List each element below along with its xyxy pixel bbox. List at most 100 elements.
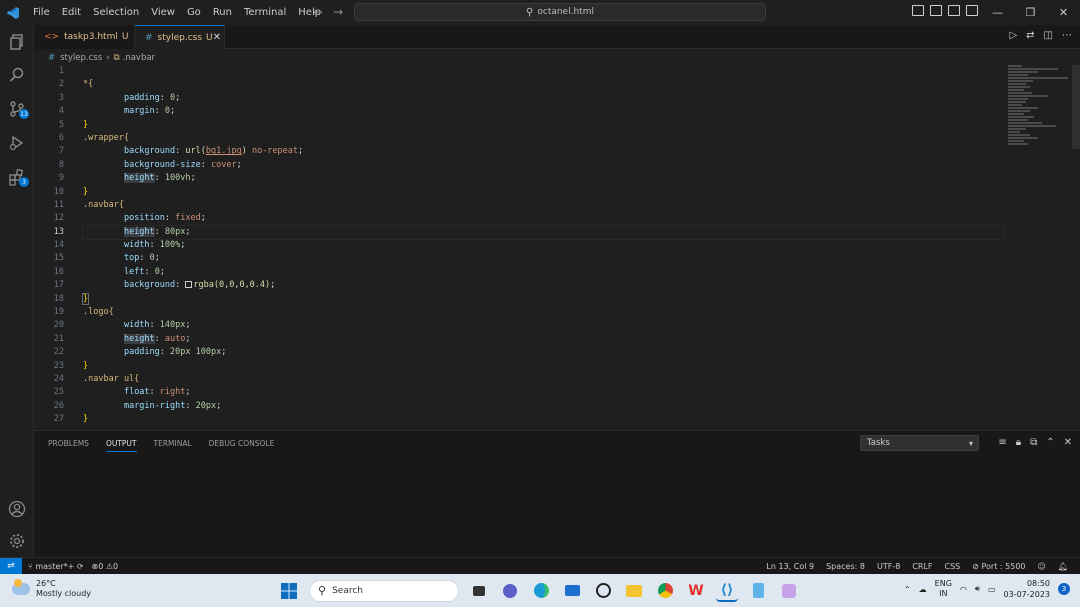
feedback-icon[interactable]: ☺ [1038,562,1046,571]
forward-arrow-icon[interactable]: → [333,5,343,19]
wifi-icon[interactable]: ◠ [960,585,967,594]
css-property: width [123,320,150,331]
menu-run[interactable]: Run [207,7,238,18]
windows-start-icon[interactable] [278,580,300,602]
menu-terminal[interactable]: Terminal [238,7,292,18]
problems-indicator[interactable]: ⊗0 ⚠0 [92,562,119,571]
command-center[interactable]: ⚲ octanel.html [354,3,766,21]
code-editor[interactable]: 1 2 3 4 5 6 7 8 9 10 11 12 13 14 15 16 1… [34,65,1080,430]
customize-layout-icon[interactable] [966,5,978,16]
vscode-taskbar-icon[interactable]: ⟨⟩ [716,580,738,602]
open-in-editor-icon[interactable]: ⧉ [1030,437,1037,448]
snipping-tool-icon[interactable] [778,580,800,602]
battery-icon[interactable]: ▭ [988,585,996,594]
settings-gear-icon[interactable] [0,527,34,555]
code-line: height: 100vh; [123,173,196,184]
clock[interactable]: 08:50 03-07-2023 [1004,578,1051,600]
menu-go[interactable]: Go [181,7,207,18]
volume-icon[interactable]: 🔊︎ [975,584,980,594]
code-line: margin-right: 20px; [123,400,222,411]
tab-taskp3-html[interactable]: <> taskp3.html U [34,25,135,49]
remote-indicator-icon[interactable]: ⇌ [0,557,22,575]
clear-output-icon[interactable]: ≡ [998,437,1006,448]
minimap[interactable] [1008,65,1068,185]
css-function-close: ) [241,146,247,157]
nav-arrows: ← → [313,5,343,19]
dell-icon[interactable] [592,580,614,602]
close-tab-icon[interactable]: ✕ [213,32,221,43]
editor-scrollbar[interactable] [1072,65,1080,149]
warning-icon: ⚠ [105,561,114,571]
indentation[interactable]: Spaces: 8 [826,562,865,571]
menu-selection[interactable]: Selection [87,7,145,18]
more-actions-icon[interactable]: ⋯ [1062,30,1072,41]
color-swatch-icon[interactable] [185,281,193,289]
encoding[interactable]: UTF-8 [877,562,900,571]
wps-office-icon[interactable]: W [685,580,707,602]
chevron-right-icon: › [106,52,110,63]
run-icon[interactable]: ▷ [1009,30,1017,41]
toggle-secondary-sidebar-icon[interactable] [948,5,960,16]
output-channel-select[interactable]: Tasks ▾ [860,435,979,451]
live-server-port[interactable]: ⊘ Port : 5500 [972,562,1025,571]
language-mode[interactable]: CSS [945,562,961,571]
line-number: 17 [53,280,64,291]
taskbar-search[interactable]: ⚲ Search [309,579,459,602]
lock-icon[interactable]: 🔒︎ [1016,437,1021,448]
run-debug-icon[interactable] [0,129,34,157]
sync-icon: ⟳ [76,561,84,571]
breadcrumb-file[interactable]: stylep.css [60,53,102,63]
maximize-panel-icon[interactable]: ⌃ [1046,437,1054,448]
account-icon[interactable] [0,495,34,523]
notification-badge[interactable]: 3 [1058,583,1070,595]
css-selector: .navbar{ [83,199,124,210]
close-panel-icon[interactable]: ✕ [1064,437,1072,448]
toggle-panel-icon[interactable] [930,5,942,16]
extensions-icon[interactable]: 3 [0,163,34,191]
code-line: } [83,119,1003,132]
menu-view[interactable]: View [145,7,181,18]
mail-icon[interactable] [561,580,583,602]
tab-debug-console[interactable]: DEBUG CONSOLE [209,439,275,452]
code-line: padding: 20px 100px; [123,347,227,358]
line-ending[interactable]: CRLF [912,562,932,571]
tab-label: taskp3.html [64,32,118,42]
split-editor-icon[interactable]: ◫ [1044,30,1053,41]
css-value: 20px [195,400,217,411]
breadcrumb-symbol[interactable]: .navbar [123,53,155,63]
toggle-primary-sidebar-icon[interactable] [912,5,924,16]
back-arrow-icon[interactable]: ← [313,5,323,19]
source-control-icon[interactable]: 13 [0,95,34,123]
url-link[interactable]: bg1.jpg [206,146,242,156]
chat-icon[interactable] [499,580,521,602]
error-count: 0 [98,561,104,571]
open-changes-icon[interactable]: ⇄ [1026,30,1034,41]
code-line: width: 140px; [123,320,191,331]
minimize-icon[interactable]: — [981,0,1014,25]
extensions-badge: 3 [19,177,29,187]
tab-output[interactable]: OUTPUT [105,439,137,452]
close-window-icon[interactable]: ✕ [1047,0,1080,25]
search-icon[interactable] [0,61,34,89]
explorer-icon[interactable] [0,28,34,56]
edge-browser-icon[interactable] [530,580,552,602]
language-indicator[interactable]: ENG IN [935,579,952,599]
cursor-position[interactable]: Ln 13, Col 9 [766,562,814,571]
notifications-bell-icon[interactable]: 🔔︎ [1058,562,1068,571]
weather-widget[interactable]: 26°C Mostly cloudy [12,579,91,599]
menu-file[interactable]: File [27,7,56,18]
maximize-icon[interactable]: ❐ [1014,0,1047,25]
notepad-icon[interactable] [747,580,769,602]
css-property: background [123,146,176,157]
chrome-icon[interactable] [654,580,676,602]
tab-problems[interactable]: PROBLEMS [48,439,89,452]
line-number: 2 [58,79,64,90]
file-explorer-icon[interactable] [623,580,645,602]
task-view-icon[interactable] [468,580,490,602]
tab-terminal[interactable]: TERMINAL [154,439,192,452]
cloud-sync-icon[interactable]: ☁ [919,585,927,594]
tab-stylep-css[interactable]: # stylep.css U ✕ [135,25,225,49]
branch-indicator[interactable]: ⑂ master*+ ⟳ [28,562,84,571]
menu-edit[interactable]: Edit [56,7,87,18]
chevron-up-icon[interactable]: ⌃ [904,585,911,594]
